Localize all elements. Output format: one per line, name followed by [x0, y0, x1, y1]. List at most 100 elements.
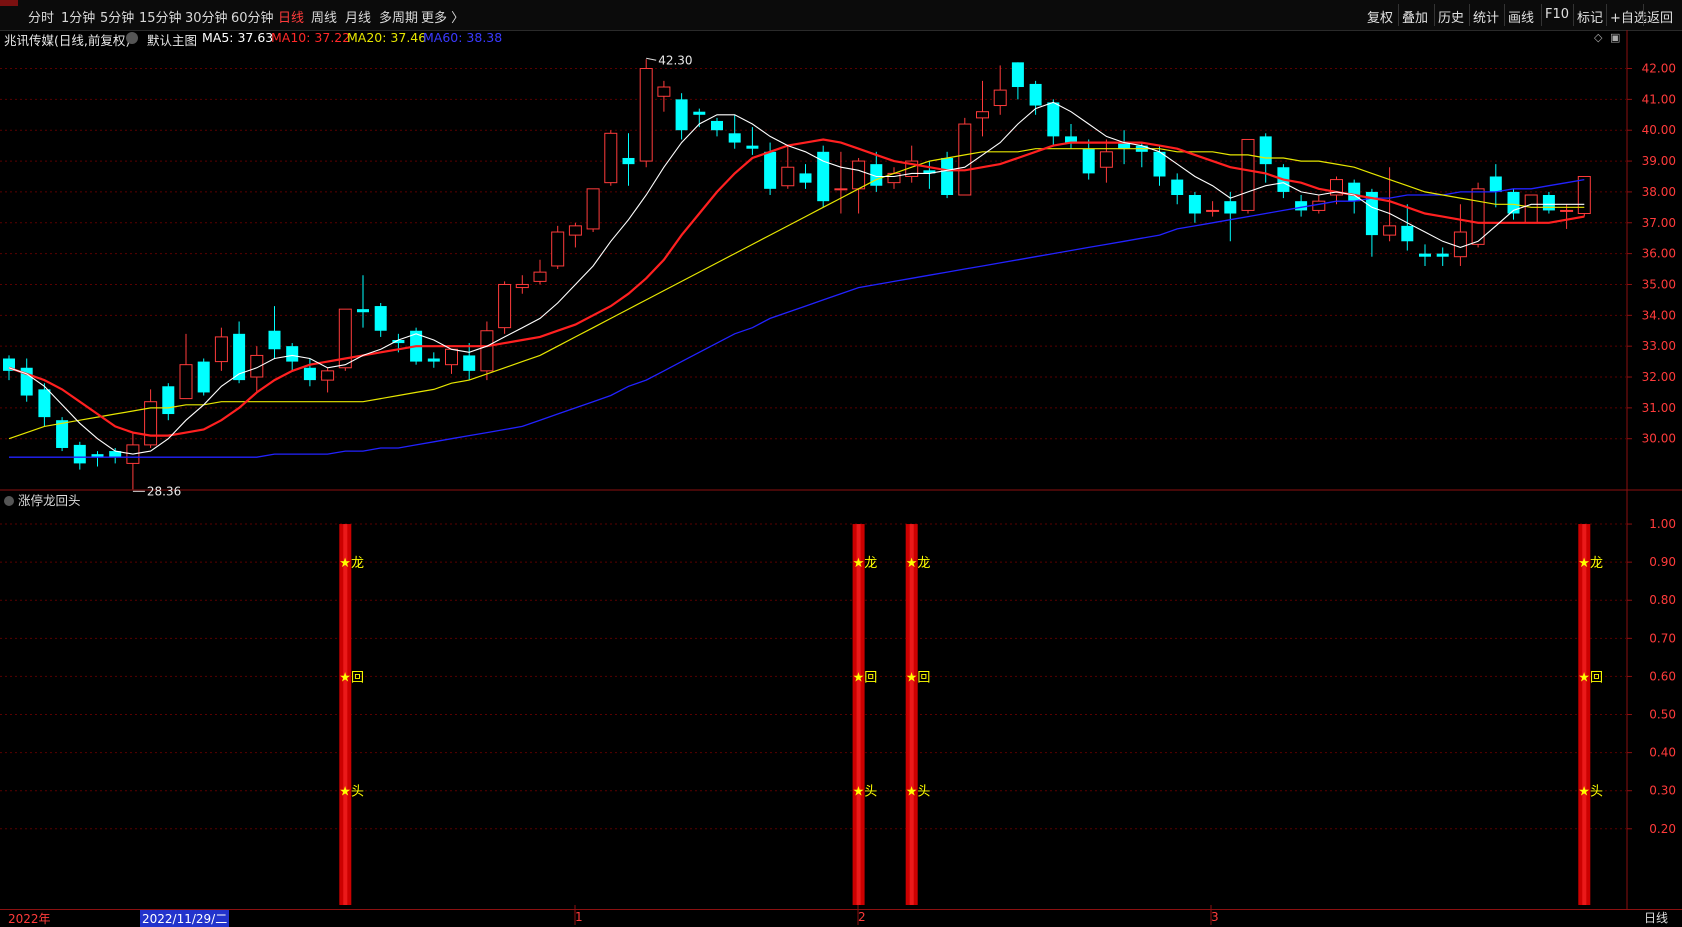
candle-body-down: [268, 330, 281, 350]
signal-label: ★回: [906, 670, 931, 685]
indicator-tick-label: 0.90: [1649, 555, 1676, 569]
month-3-label: 3: [1211, 910, 1219, 924]
time-axis-bar: 2022年 2022/11/29/二 1 2 3: [0, 909, 1682, 927]
price-chart[interactable]: 42.00 41.00 40.00 39.00 38.00 37.00 36.00 35.00…: [0, 0, 1682, 925]
candle-body-up: [144, 401, 158, 446]
price-tick-label: 33.00: [1642, 339, 1676, 353]
stock-title: 兆讯传媒(日线,前复权): [4, 33, 131, 48]
indicator-tick-label: 0.30: [1649, 784, 1676, 798]
candle-body-down: [1118, 142, 1131, 149]
candle-body-up: [993, 89, 1007, 107]
candle-body-up: [1099, 151, 1113, 168]
candle-body-down: [1224, 201, 1237, 214]
signal-bar-highlight: [343, 524, 348, 905]
toolbar-button-4[interactable]: 画线: [1508, 7, 1534, 26]
candle-body-down: [711, 120, 723, 131]
ma20-value: MA20: 37.46: [347, 30, 427, 45]
candle-body-up: [126, 444, 140, 464]
toolbar-button-0[interactable]: 复权: [1367, 7, 1393, 26]
indicator-tick-label: 0.80: [1649, 593, 1676, 607]
candle-body-down: [1419, 253, 1431, 257]
signal-bar: [852, 524, 865, 905]
indicator-settings-icon[interactable]: [4, 496, 14, 506]
app-logo-icon: [0, 0, 18, 6]
candle-body-down: [91, 454, 104, 458]
period-tab-10[interactable]: 更多 〉: [421, 7, 464, 26]
toolbar-button-5[interactable]: F10: [1545, 7, 1569, 22]
candle-body-up: [781, 166, 795, 187]
price-tick-label: 37.00: [1642, 216, 1676, 230]
period-tab-2[interactable]: 5分钟: [100, 7, 134, 26]
candle-body-up: [958, 123, 972, 196]
candle-body-up: [1560, 209, 1574, 212]
period-tab-7[interactable]: 周线: [311, 7, 337, 26]
candle-body-up: [1312, 200, 1326, 211]
period-tab-3[interactable]: 15分钟: [139, 7, 182, 26]
candle-body-down: [693, 111, 706, 115]
candle-body-up: [1471, 188, 1485, 245]
window-icon[interactable]: ▣: [1610, 31, 1620, 44]
period-tab-9[interactable]: 多周期: [379, 7, 418, 26]
candle-body-up: [604, 132, 618, 184]
chart-mode-label[interactable]: 默认主图: [147, 30, 197, 49]
period-tab-6[interactable]: 日线: [278, 7, 304, 26]
candle-body-up: [533, 271, 547, 282]
candle-body-up: [551, 231, 565, 267]
candle-body-down: [941, 157, 954, 195]
period-label: 日线: [1643, 911, 1668, 925]
period-tab-5[interactable]: 60分钟: [231, 7, 274, 26]
signal-label: ★回: [1578, 670, 1603, 685]
candle-body-down: [1507, 191, 1520, 214]
toolbar-button-1[interactable]: 叠加: [1402, 7, 1428, 26]
price-tick-label: 42.00: [1642, 62, 1676, 76]
toolbar-separator: [1573, 4, 1574, 26]
period-tab-8[interactable]: 月线: [345, 7, 371, 26]
period-tab-0[interactable]: 分时: [28, 7, 54, 26]
indicator-tick-label: 0.20: [1649, 822, 1676, 836]
toolbar-button-3[interactable]: 统计: [1473, 7, 1499, 26]
candle-body-up: [214, 336, 228, 363]
signal-label: ★头: [1578, 785, 1603, 800]
candle-body-down: [1489, 176, 1502, 192]
candle-body-down: [1348, 182, 1361, 202]
price-tick-label: 38.00: [1642, 185, 1676, 199]
ma5-line: [8, 101, 1585, 455]
candle-body-down: [56, 420, 69, 448]
candle-body-up: [887, 172, 901, 184]
candle-body-down: [197, 361, 210, 393]
chart-settings-icon[interactable]: [126, 32, 138, 44]
period-tab-4[interactable]: 30分钟: [185, 7, 228, 26]
signal-bar-highlight: [1582, 524, 1587, 905]
candle-body-down: [109, 451, 122, 458]
toolbar-button-6[interactable]: 标记: [1577, 7, 1603, 26]
signal-label: ★龙: [906, 556, 931, 571]
price-tick-label: 34.00: [1642, 308, 1676, 322]
candle-body-down: [162, 386, 175, 415]
toolbar-separator: [1434, 4, 1435, 26]
period-tab-1[interactable]: 1分钟: [61, 7, 95, 26]
indicator-tick-label: 0.60: [1649, 669, 1676, 683]
toolbar-button-7[interactable]: +自选: [1610, 7, 1647, 26]
toolbar-separator: [1469, 4, 1470, 26]
ma20-line: [8, 148, 1585, 440]
candle-body-up: [445, 348, 458, 366]
candle-body-down: [675, 99, 688, 131]
candle-body-up: [1383, 225, 1397, 236]
high-annotation-arrow: [646, 57, 657, 61]
toolbar-button-2[interactable]: 历史: [1438, 7, 1464, 26]
candle-body-up: [639, 68, 653, 162]
toolbar-button-8[interactable]: 返回: [1647, 7, 1673, 26]
candle-body-down: [303, 367, 316, 381]
ma10-value: MA10: 37.22: [271, 30, 351, 45]
pin-icon[interactable]: ◇: [1594, 31, 1602, 44]
candle-body-down: [1365, 191, 1378, 236]
candle-body-down: [38, 389, 51, 418]
toolbar-separator: [1398, 4, 1399, 26]
price-tick-label: 32.00: [1642, 370, 1676, 384]
candle-body-down: [357, 309, 369, 313]
candle-body-up: [1330, 179, 1343, 196]
signal-label: ★龙: [1578, 556, 1603, 571]
signal-label: ★龙: [339, 556, 364, 571]
candle-body-down: [286, 346, 299, 362]
toolbar-separator: [1606, 4, 1607, 26]
